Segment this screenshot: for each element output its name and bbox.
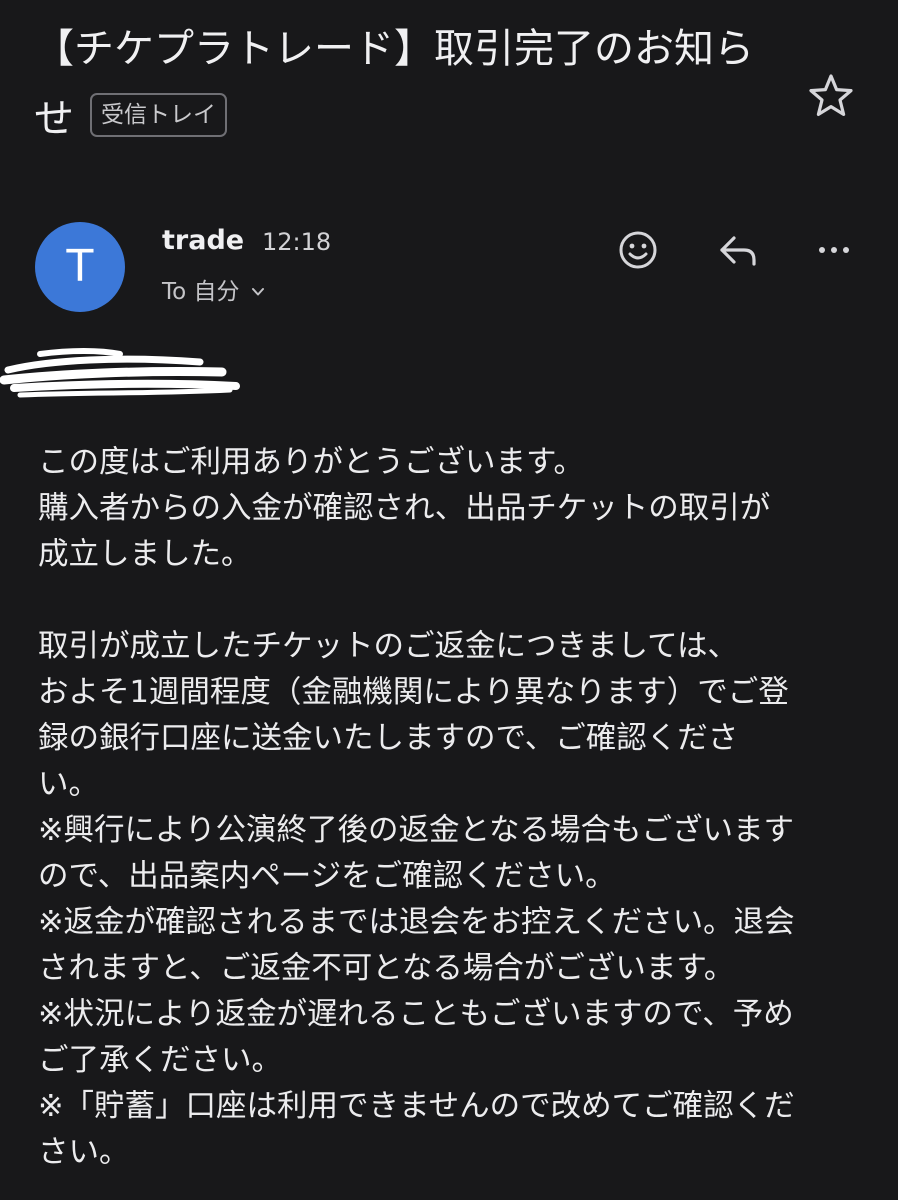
email-body: この度はご利用ありがとうございます。 購入者からの入金が確認され、出品チケットの… [38,445,795,1170]
emoji-reaction-button[interactable] [614,226,662,274]
chevron-down-icon [251,288,264,296]
subject-line-1: 【チケプラトレード】取引完了のお知ら [34,26,754,72]
more-options-icon [819,247,849,253]
more-options-button[interactable] [810,226,858,274]
subject-line-2: せ受信トレイ [34,84,794,154]
reply-button[interactable] [714,226,762,274]
reply-icon [720,236,756,266]
recipient-toggle[interactable]: To 自分 [162,276,266,308]
star-button[interactable] [806,70,856,120]
recipient-text: To 自分 [162,279,240,305]
sender-avatar[interactable]: T [35,222,125,312]
sent-time: 12:18 [262,228,332,256]
email-subject: 【チケプラトレード】取引完了のお知ら せ受信トレイ [34,14,794,154]
emoji-reaction-icon [619,231,657,269]
redaction-scribble [0,348,240,398]
inbox-label-badge[interactable]: 受信トレイ [90,93,227,137]
sender-name: trade [162,225,245,256]
star-icon [809,74,853,117]
subject-line-2-text: せ [34,96,74,142]
